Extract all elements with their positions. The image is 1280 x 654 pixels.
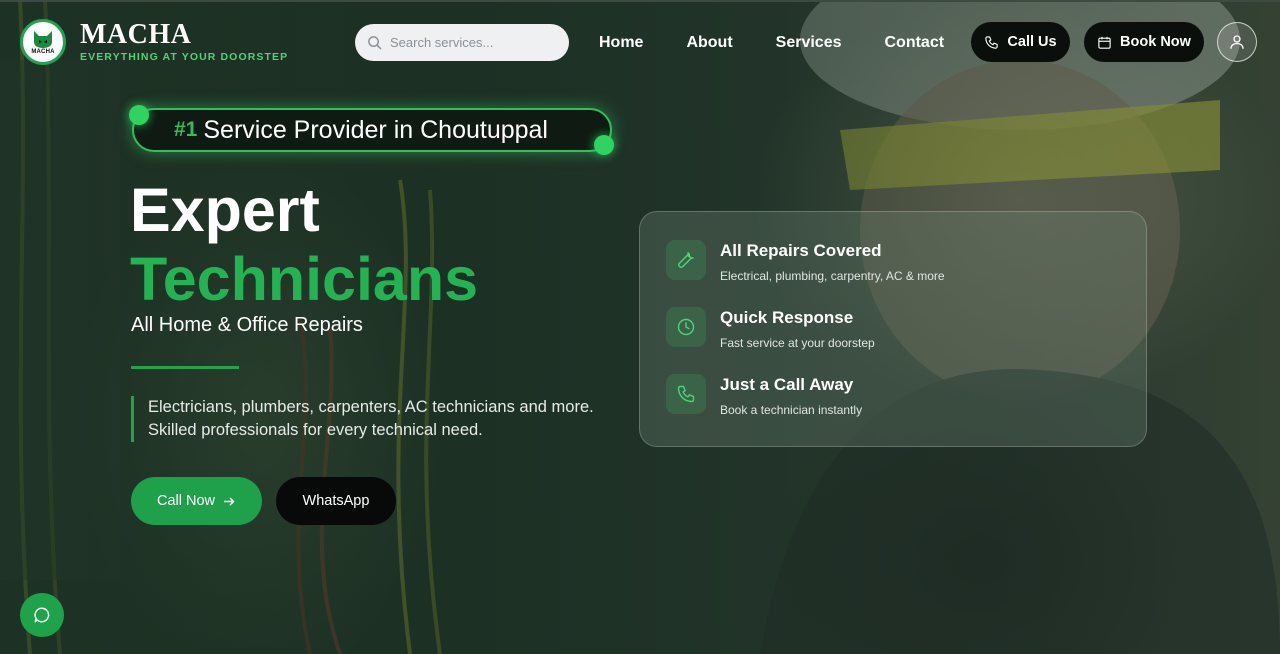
feature-title: Quick Response: [720, 308, 854, 327]
profile-button[interactable]: [1217, 22, 1257, 62]
hero-heading-line2: Technicians: [130, 245, 479, 313]
cat-logo-icon: [34, 30, 52, 48]
clock-icon: [677, 318, 695, 336]
feature-desc: Fast service at your doorstep: [720, 336, 875, 350]
calendar-icon: [1098, 36, 1111, 49]
search-input[interactable]: [390, 35, 550, 50]
phone-icon: [985, 35, 999, 49]
call-us-label: Call Us: [1007, 34, 1057, 50]
feature-item: All Repairs Covered Electrical, plumbing…: [666, 240, 945, 283]
feature-desc: Electrical, plumbing, carpentry, AC & mo…: [720, 269, 945, 283]
phone-icon: [677, 385, 695, 403]
nav-about[interactable]: About: [686, 33, 732, 53]
call-now-button[interactable]: Call Now: [131, 477, 262, 525]
brand-title: MACHA: [80, 19, 192, 50]
user-icon: [1230, 35, 1244, 49]
nav-home[interactable]: Home: [599, 33, 643, 53]
nav-services[interactable]: Services: [776, 33, 842, 53]
chat-icon: [34, 607, 50, 623]
book-now-button[interactable]: Book Now: [1084, 22, 1204, 62]
hero-badge-text: Service Provider in Choutuppal: [203, 115, 548, 144]
brand-tagline: EVERYTHING AT YOUR DOORSTEP: [80, 51, 289, 63]
hero-description: Electricians, plumbers, carpenters, AC t…: [131, 396, 601, 442]
hero-badge-rank: #1: [174, 118, 198, 141]
top-border: [0, 0, 1280, 2]
search-icon: [368, 36, 382, 50]
features-card: All Repairs Covered Electrical, plumbing…: [639, 211, 1147, 447]
feature-title: All Repairs Covered: [720, 241, 882, 260]
feature-item: Quick Response Fast service at your door…: [666, 307, 875, 350]
feature-desc: Book a technician instantly: [720, 403, 863, 417]
logo-badge: MACHA: [20, 19, 66, 65]
book-now-label: Book Now: [1120, 34, 1191, 50]
whatsapp-label: WhatsApp: [302, 493, 370, 509]
brand-logo[interactable]: MACHA MACHA EVERYTHING AT YOUR DOORSTEP: [20, 19, 288, 65]
whatsapp-button[interactable]: WhatsApp: [276, 477, 396, 525]
arrow-right-icon: [223, 497, 235, 505]
hero-badge: #1 Service Provider in Choutuppal: [132, 108, 612, 152]
hero-divider: [131, 366, 239, 369]
feature-icon-box: [666, 374, 706, 414]
logo-badge-text: MACHA: [31, 48, 55, 55]
main-nav: Home About Services Contact: [599, 33, 987, 53]
badge-glow-dot: [129, 105, 149, 125]
badge-glow-dot: [594, 135, 614, 155]
chat-button[interactable]: [20, 593, 64, 637]
search-bar[interactable]: [355, 24, 569, 61]
nav-contact[interactable]: Contact: [885, 33, 945, 53]
wrench-icon: [678, 252, 694, 268]
feature-item: Just a Call Away Book a technician insta…: [666, 374, 862, 417]
feature-icon-box: [666, 240, 706, 280]
feature-icon-box: [666, 307, 706, 347]
call-now-label: Call Now: [156, 493, 215, 509]
call-us-button[interactable]: Call Us: [971, 22, 1070, 62]
hero-heading-line1: Expert: [130, 176, 320, 244]
feature-title: Just a Call Away: [720, 375, 854, 394]
hero-subheading: All Home & Office Repairs: [131, 314, 363, 336]
